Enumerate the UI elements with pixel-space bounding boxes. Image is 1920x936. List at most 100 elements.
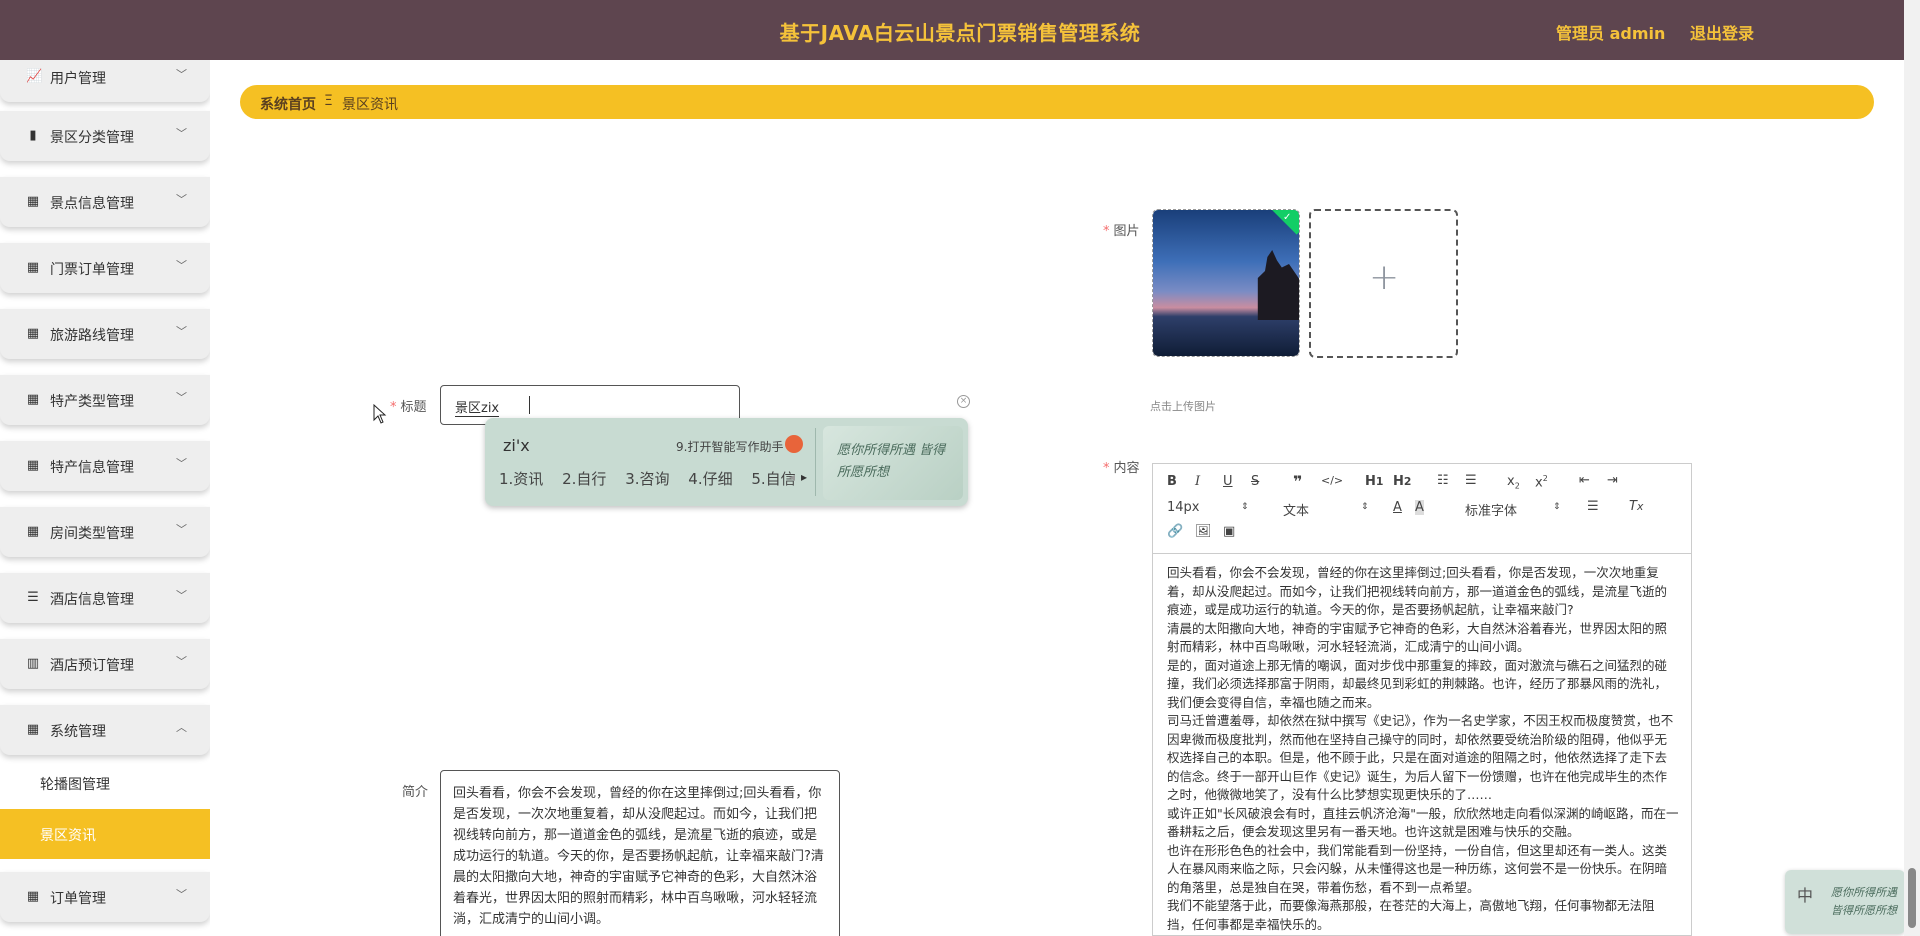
underline-icon[interactable]: U [1223,474,1233,489]
align-icon[interactable]: ☰ [1587,499,1599,514]
editor-content[interactable]: 回头看看，你会不会发现，曾经的你在这里摔倒过;回头看看，你是否发现，一次次地重复… [1167,564,1679,934]
strikethrough-icon[interactable]: S [1251,474,1259,489]
italic-icon[interactable]: I [1195,474,1200,489]
title-input-value: 景区zix [455,397,500,417]
ime-writing-helper[interactable]: 9.打开智能写作助手 [676,438,783,455]
editor-paragraph: 司马迁曾遭羞辱，却依然在狱中撰写《史记》，作为一名史学家，不因王权而极度赞赏，也… [1167,713,1674,802]
text-type-select[interactable]: 文本 ⇕ [1283,500,1369,519]
required-asterisk: * [1103,461,1110,476]
building-icon: ▥ [26,656,40,671]
check-icon: ✓ [1283,212,1292,223]
ime-candidate[interactable]: 2.自行 [562,470,606,488]
clear-format-icon[interactable]: Tx [1629,499,1643,514]
sidebar-item-label: 门票订单管理 [50,262,134,278]
indent-icon[interactable]: ⇥ [1607,473,1618,488]
clear-icon[interactable]: × [957,395,970,408]
subscript-icon[interactable]: x2 [1507,474,1520,491]
image-upload-button[interactable]: + [1309,209,1458,358]
required-asterisk: * [390,400,397,415]
chevron-up-icon: ︿ [176,721,187,734]
bullet-list-icon[interactable]: ☰ [1465,473,1477,488]
grid-icon: ▦ [26,722,40,737]
sidebar-item-room-types[interactable]: ▦ 房间类型管理 ﹀ [0,507,210,557]
background-color-icon[interactable]: A [1415,500,1424,515]
sidebar-item-scenic-category[interactable]: ▮ 景区分类管理 ﹀ [0,111,210,161]
sidebar-item-system-management[interactable]: ▦ 系统管理 ︿ [0,705,210,755]
rich-text-editor: B I U S ❞ </> H1 H2 ☷ ☰ x2 x2 ⇤ ⇥ 14px ⇕… [1152,463,1692,936]
sidebar-item-label: 订单管理 [50,891,106,907]
font-color-icon[interactable]: A [1393,500,1402,515]
sidebar-item-hotel-info[interactable]: ☰ 酒店信息管理 ﹀ [0,573,210,623]
video-icon[interactable]: ▣ [1223,524,1235,539]
grid-icon: ▦ [26,194,40,209]
editor-paragraph: 清晨的太阳撒向大地，神奇的宇宙赋予它神奇的色彩，大自然沐浴着春光，世界因太阳的照… [1167,620,1668,655]
top-navbar: 基于JAVA白云山景点门票销售管理系统 管理员 admin 退出登录 [0,0,1920,60]
link-icon[interactable]: 🔗 [1167,524,1183,539]
image-field-label: * 图片 [1103,224,1140,239]
sidebar-item-order-management[interactable]: ▦ 订单管理 ﹀ [0,872,210,922]
ime-mode-indicator[interactable]: 中 [1797,882,1813,906]
breadcrumb-separator: Ξ [324,93,333,109]
ime-candidate[interactable]: 1.资讯 [499,470,543,488]
ime-candidate-window: zi'x 9.打开智能写作助手 1.资讯 2.自行 3.咨询 4.仔细 5.自信… [485,418,968,506]
sidebar-item-hotel-booking[interactable]: ▥ 酒店预订管理 ﹀ [0,639,210,689]
admin-user-label[interactable]: 管理员 admin [1556,20,1665,44]
editor-paragraph: 是的，面对道途上那无情的嘲讽，面对步伐中那重复的摔跤，面对激流与礁石之间猛烈的碰… [1167,657,1668,710]
ime-helper-icon[interactable] [785,435,803,453]
ime-candidate[interactable]: 3.咨询 [625,470,669,488]
heading2-icon[interactable]: H2 [1393,474,1411,489]
scrollbar-thumb[interactable] [1908,868,1916,928]
outdent-icon[interactable]: ⇤ [1579,473,1590,488]
editor-paragraph: 也许在形形色色的社会中，我们常能看到一份坚持，一份自信，但这里却还有一类人。这类… [1167,842,1668,895]
sidebar-subitem-scenic-news[interactable]: 景区资讯 [0,809,210,859]
font-size-select[interactable]: 14px ⇕ [1167,500,1253,518]
font-family-select[interactable]: 标准字体 ⇕ [1465,500,1561,519]
text-caret [529,396,530,414]
ordered-list-icon[interactable]: ☷ [1437,473,1449,488]
chart-line-icon: 📈 [26,69,43,84]
ime-prev-icon[interactable]: ◂ [789,470,795,484]
sidebar-item-label: 房间类型管理 [50,526,134,542]
sidebar-item-specialty-types[interactable]: ▦ 特产类型管理 ﹀ [0,375,210,425]
sidebar-item-specialty-info[interactable]: ▦ 特产信息管理 ﹀ [0,441,210,491]
chevron-down-icon: ﹀ [176,127,187,140]
breadcrumb-current: 景区资讯 [342,97,398,113]
blockquote-icon[interactable]: ❞ [1293,472,1302,491]
sidebar-subitem-label: 景区资讯 [40,828,96,844]
image-icon[interactable]: 🖼 [1195,524,1212,539]
ime-status-bar[interactable]: 中 愿你所得所遇 皆得所愿所想 [1785,870,1905,934]
content-field-label: * 内容 [1103,461,1140,476]
sidebar-item-label: 酒店预订管理 [50,658,134,674]
chevron-down-icon: ﹀ [176,193,187,206]
ime-candidate[interactable]: 4.仔细 [688,470,732,488]
superscript-icon[interactable]: x2 [1535,474,1548,490]
editor-paragraph: 或许正如"长风破浪会有时，直挂云帆济沧海"一般，欣欣然地走向看似深渊的崎岖路，而… [1167,805,1679,840]
breadcrumb-home-link[interactable]: 系统首页 [260,94,316,114]
ime-next-icon[interactable]: ▸ [801,470,807,484]
uploaded-image-thumbnail[interactable]: ✓ [1152,209,1300,357]
sidebar-item-travel-routes[interactable]: ▦ 旅游路线管理 ﹀ [0,309,210,359]
grid-icon: ▦ [26,458,40,473]
chevron-down-icon: ﹀ [176,68,187,81]
intro-textarea[interactable]: 回头看看，你会不会发现，曾经的你在这里摔倒过;回头看看，你是否发现，一次次地重复… [440,770,840,936]
ime-skin-text: 愿你所得所遇 皆得所愿所想 [837,443,946,480]
logout-button[interactable]: 退出登录 [1690,20,1754,44]
ime-divider [815,428,816,496]
sidebar-item-scenic-info[interactable]: ▦ 景点信息管理 ﹀ [0,177,210,227]
sidebar-item-label: 景区分类管理 [50,130,134,146]
bold-icon[interactable]: B [1167,474,1177,489]
sidebar-item-label: 酒店信息管理 [50,592,134,608]
editor-paragraph: 我们不能望落于此，而要像海燕那般，在苍茫的大海上，高傲地飞翔，任何事物都无法阻挡… [1167,898,1655,932]
heading1-icon[interactable]: H1 [1365,474,1383,489]
chevron-down-icon: ﹀ [176,523,187,536]
sliders-icon: ☰ [27,590,39,605]
select-arrow-icon: ⇕ [1241,502,1249,512]
page-scrollbar[interactable] [1904,0,1920,936]
sidebar-item-user-management[interactable]: 📈 用户管理 ﹀ [0,60,210,102]
sidebar-subitem-carousel[interactable]: 轮播图管理 [0,758,210,808]
ime-mini-skin-text: 愿你所得所遇 皆得所愿所想 [1831,886,1897,917]
bar-chart-icon: ▮ [29,128,37,143]
grid-icon: ▦ [26,392,40,407]
sidebar-item-ticket-orders[interactable]: ▦ 门票订单管理 ﹀ [0,243,210,293]
code-block-icon[interactable]: </> [1321,474,1343,487]
